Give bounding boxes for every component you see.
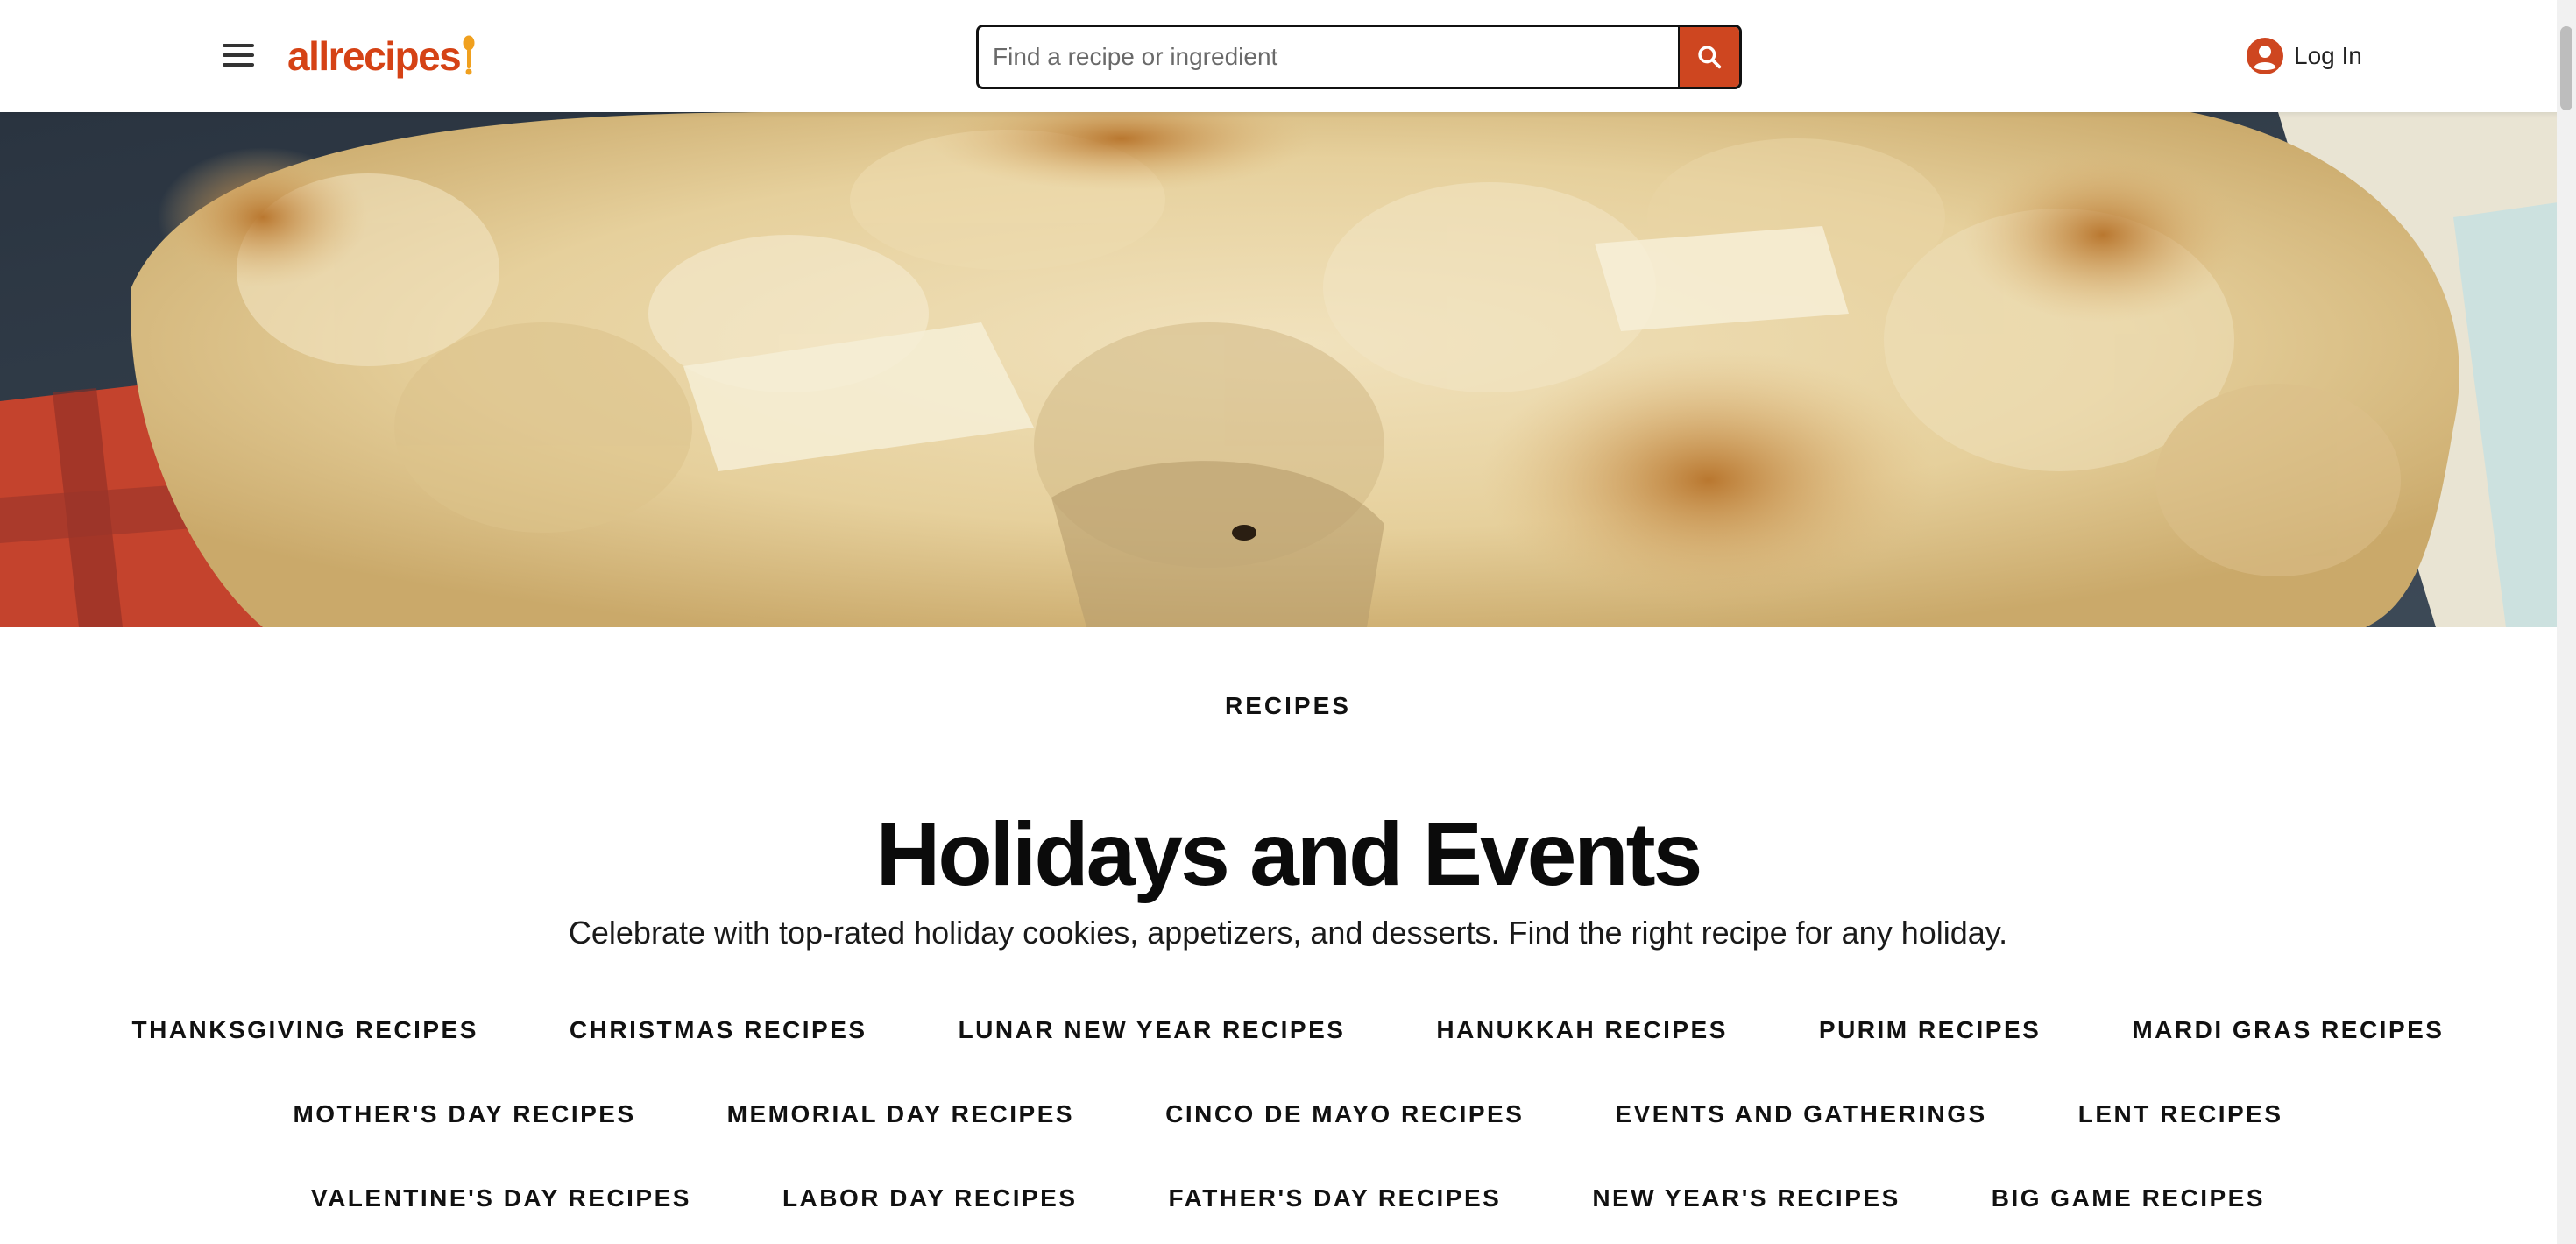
link-events-and-gatherings[interactable]: EVENTS AND GATHERINGS: [1615, 1100, 1986, 1128]
allrecipes-logo[interactable]: allrecipes: [287, 30, 476, 82]
hamburger-menu-icon[interactable]: [221, 40, 256, 70]
search-bar: [976, 25, 1742, 89]
login-button[interactable]: Log In: [2247, 35, 2362, 77]
link-big-game-recipes[interactable]: BIG GAME RECIPES: [1992, 1184, 2265, 1212]
page-title: Holidays and Events: [875, 804, 1703, 904]
link-thanksgiving-recipes[interactable]: THANKSGIVING RECIPES: [132, 1016, 478, 1044]
apple-pie-image: [0, 112, 2576, 627]
link-fathers-day-recipes[interactable]: FATHER'S DAY RECIPES: [1169, 1184, 1502, 1212]
spoon-icon: [463, 35, 475, 75]
link-purim-recipes[interactable]: PURIM RECIPES: [1819, 1016, 2041, 1044]
link-new-years-recipes[interactable]: NEW YEAR'S RECIPES: [1592, 1184, 1900, 1212]
search-icon: [1698, 46, 1722, 69]
search-input[interactable]: [979, 27, 1678, 87]
search-button[interactable]: [1678, 27, 1739, 87]
logo-text: allrecipes: [287, 33, 462, 79]
category-links-row-2: MOTHER'S DAY RECIPES MEMORIAL DAY RECIPE…: [0, 1100, 2576, 1128]
scrollbar-thumb[interactable]: [2560, 26, 2572, 110]
link-valentines-day-recipes[interactable]: VALENTINE'S DAY RECIPES: [311, 1184, 691, 1212]
link-lunar-new-year-recipes[interactable]: LUNAR NEW YEAR RECIPES: [959, 1016, 1346, 1044]
link-mardi-gras-recipes[interactable]: MARDI GRAS RECIPES: [2132, 1016, 2444, 1044]
site-header: allrecipes Log In: [0, 0, 2576, 112]
link-hanukkah-recipes[interactable]: HANUKKAH RECIPES: [1436, 1016, 1727, 1044]
hero-image: [0, 112, 2576, 627]
page-scrollbar[interactable]: [2557, 0, 2576, 1244]
link-lent-recipes[interactable]: LENT RECIPES: [2078, 1100, 2283, 1128]
login-label: Log In: [2294, 42, 2362, 69]
breadcrumb[interactable]: RECIPES: [0, 692, 2576, 720]
user-account-icon: [2247, 38, 2283, 74]
link-labor-day-recipes[interactable]: LABOR DAY RECIPES: [782, 1184, 1078, 1212]
link-memorial-day-recipes[interactable]: MEMORIAL DAY RECIPES: [727, 1100, 1074, 1128]
link-mothers-day-recipes[interactable]: MOTHER'S DAY RECIPES: [293, 1100, 635, 1128]
page-subtitle: Celebrate with top-rated holiday cookies…: [568, 915, 2008, 951]
category-links-row-3: VALENTINE'S DAY RECIPES LABOR DAY RECIPE…: [0, 1184, 2576, 1212]
link-cinco-de-mayo-recipes[interactable]: CINCO DE MAYO RECIPES: [1165, 1100, 1524, 1128]
link-christmas-recipes[interactable]: CHRISTMAS RECIPES: [570, 1016, 867, 1044]
category-links-row-1: THANKSGIVING RECIPES CHRISTMAS RECIPES L…: [0, 1016, 2576, 1044]
